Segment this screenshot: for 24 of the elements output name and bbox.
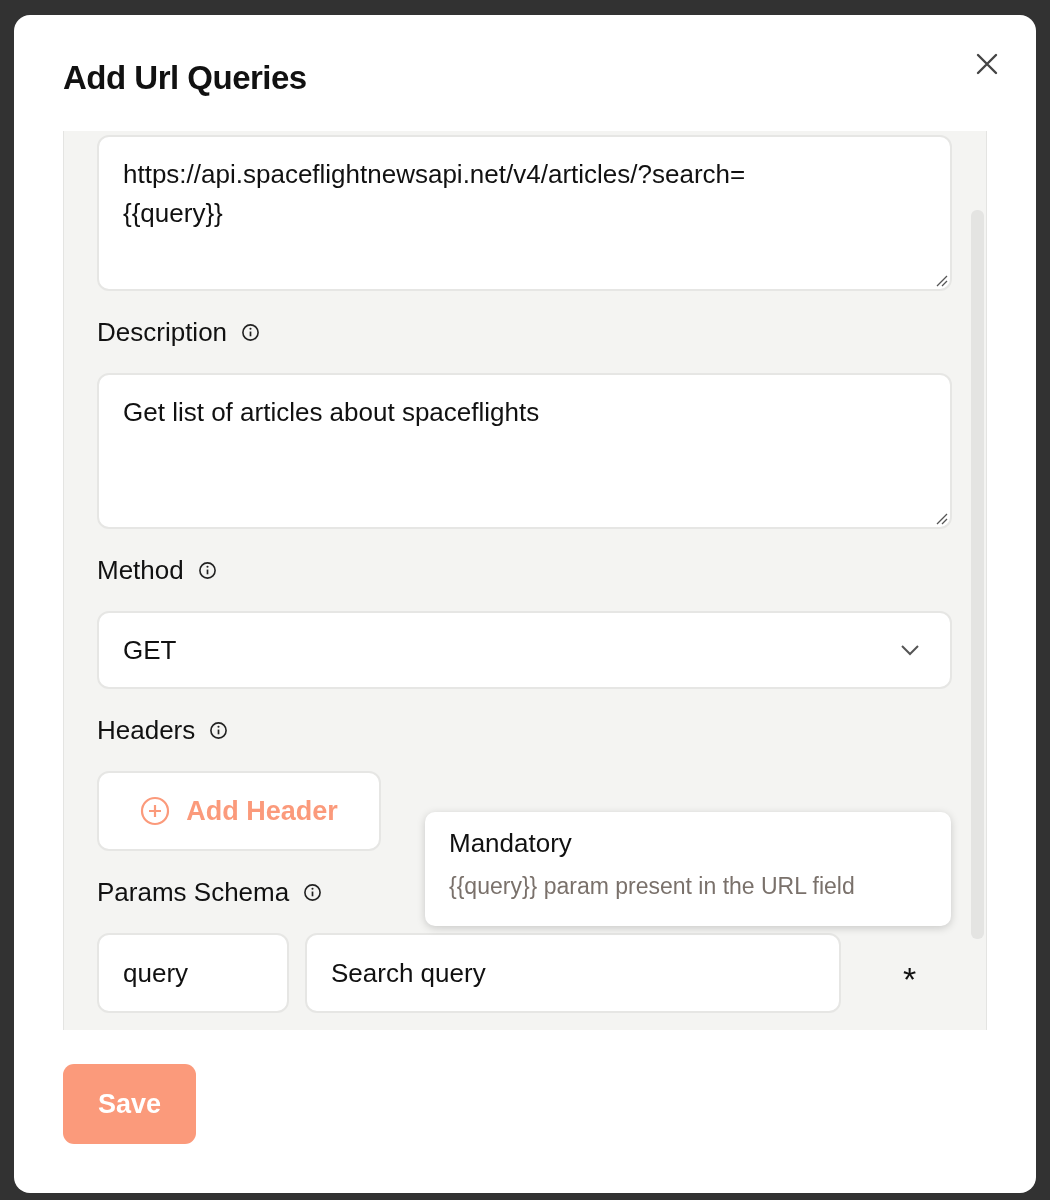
- field-label: Params Schema: [97, 876, 290, 908]
- field-label: Headers: [97, 714, 196, 746]
- resize-handle-icon[interactable]: [934, 511, 948, 525]
- info-icon[interactable]: [209, 720, 229, 740]
- description-value: Get list of articles about spaceflights: [123, 396, 540, 429]
- resize-handle-icon[interactable]: [934, 273, 948, 287]
- tooltip-title: Mandatory: [449, 828, 572, 859]
- url-field[interactable]: https://api.spaceflightnewsapi.net/v4/articles/?search= {{query}}: [97, 135, 952, 291]
- required-mark: *: [903, 959, 917, 999]
- dialog-title: Add Url Queries: [63, 59, 307, 97]
- method-select[interactable]: GET: [97, 611, 952, 689]
- info-icon[interactable]: [197, 560, 217, 580]
- description-field[interactable]: Get list of articles about spaceflights: [97, 373, 952, 529]
- plus-circle-icon: [140, 796, 171, 826]
- info-icon[interactable]: [303, 882, 323, 902]
- param-description-field[interactable]: Search query: [305, 933, 841, 1013]
- close-icon[interactable]: [976, 53, 998, 75]
- url-value: https://api.spaceflightnewsapi.net/v4/articles/?search= {{query}}: [123, 158, 746, 230]
- field-label: Description: [97, 316, 228, 348]
- param-name-field[interactable]: query: [97, 933, 289, 1013]
- chevron-down-icon: [900, 644, 920, 656]
- field-label: Method: [97, 554, 184, 586]
- info-icon[interactable]: [241, 322, 261, 342]
- tooltip-text: {{query}} param present in the URL field: [449, 873, 855, 900]
